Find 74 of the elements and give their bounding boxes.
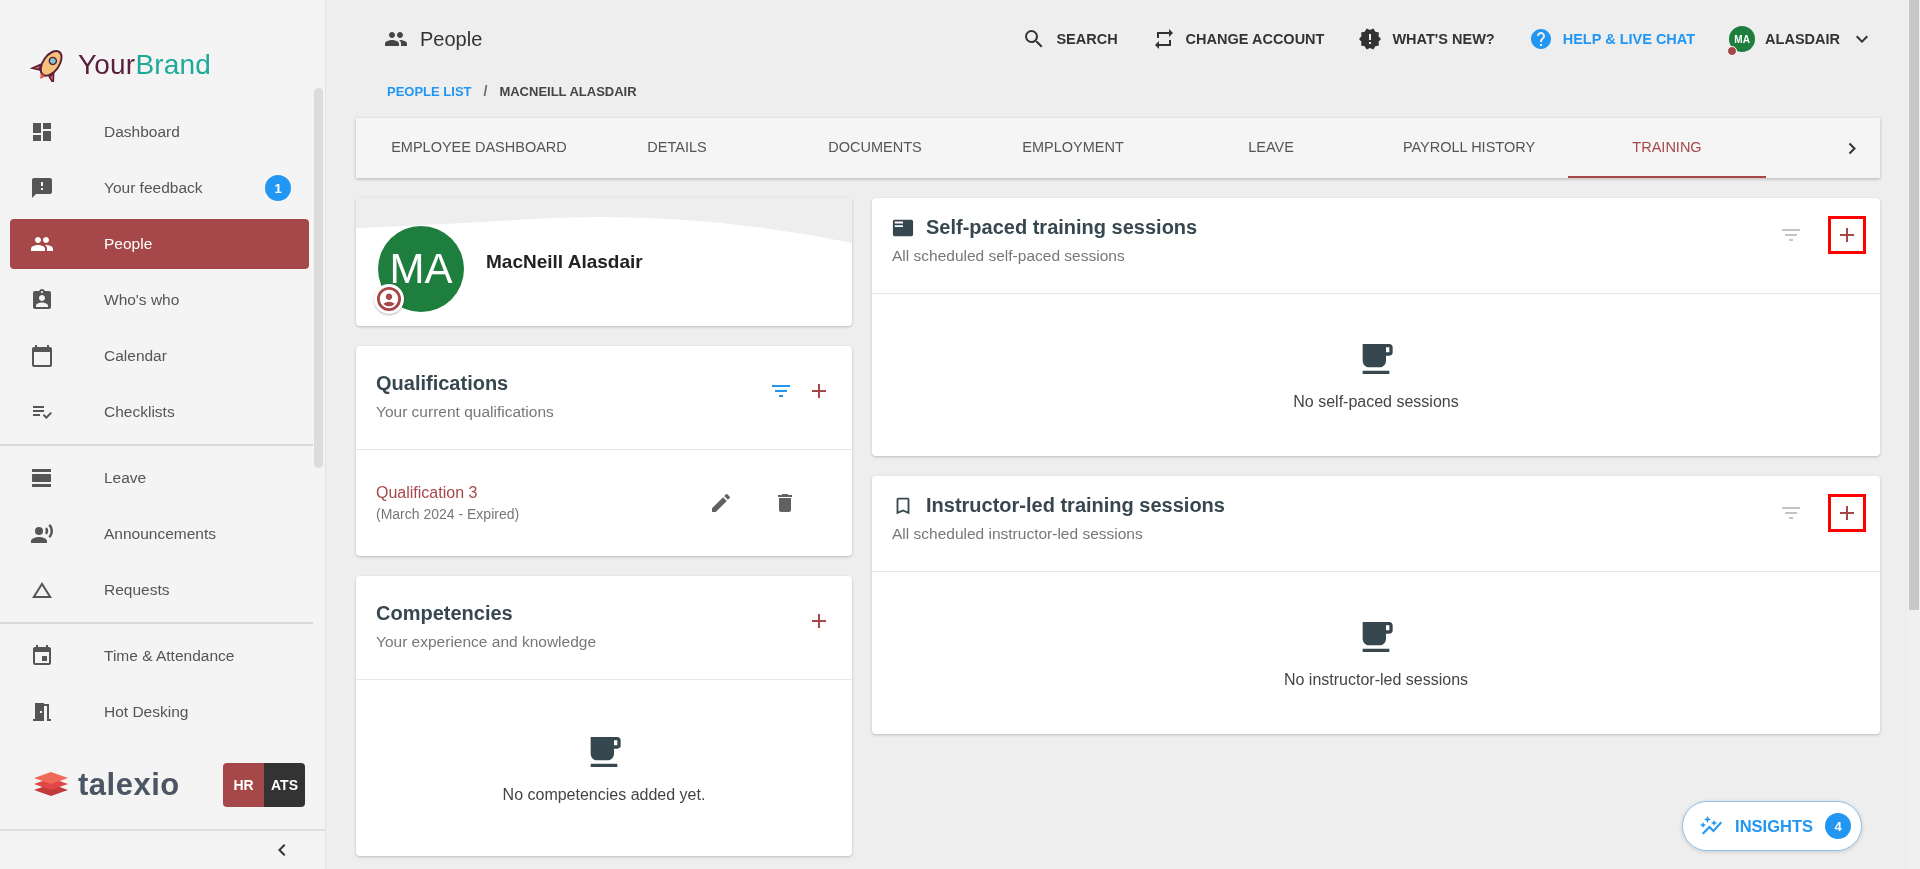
employee-name: MacNeill Alasdair [486, 251, 643, 273]
sidebar-item[interactable]: People [10, 219, 309, 269]
sidebar-item[interactable]: Dashboard [10, 107, 309, 157]
calendar-icon [30, 644, 54, 668]
pencil-icon [709, 491, 733, 515]
header-action[interactable]: SEARCH [1016, 26, 1124, 52]
sidebar-item[interactable]: Requests [10, 565, 297, 615]
tab[interactable]: DOCUMENTS [776, 118, 974, 178]
tab[interactable]: EMPLOYEE DASHBOARD [380, 118, 578, 178]
count-badge: 1 [265, 175, 291, 201]
sidebar-item[interactable]: Announcements [10, 509, 297, 559]
sidebar-item[interactable]: Calendar [10, 331, 309, 381]
sidebar-label: Leave [104, 469, 148, 487]
add-button[interactable] [1828, 494, 1866, 532]
card-subtitle: All scheduled instructor-led sessions [892, 525, 1144, 543]
leave-icon [30, 466, 54, 490]
scrollbar[interactable] [314, 88, 323, 468]
sidebar-label: Hot Desking [104, 703, 190, 721]
footer-logo-text: talexio [78, 767, 180, 803]
feedback-icon [30, 176, 54, 200]
sidebar-item[interactable]: Your feedback 1 [10, 163, 309, 213]
card-title: Self-paced training sessions [926, 216, 1198, 239]
card-subtitle: All scheduled self-paced sessions [892, 247, 1126, 265]
brand-name: YourBrand [78, 49, 212, 81]
empty-message: No instructor-led sessions [1283, 671, 1469, 689]
header-action[interactable]: WHAT'S NEW? [1352, 26, 1501, 52]
user-menu[interactable]: MA ALASDAIR [1723, 25, 1880, 53]
speaker-icon [30, 522, 54, 546]
sidebar-label: People [104, 235, 154, 253]
sidebar-item[interactable]: Who's who [10, 275, 309, 325]
sidebar-item[interactable]: Leave [10, 453, 297, 503]
tab[interactable]: TRAINING [1568, 118, 1766, 178]
breadcrumb-separator: / [483, 83, 488, 99]
card-subtitle: Your current qualifications [376, 403, 555, 421]
sidebar-item[interactable]: Time & Attendance [10, 631, 297, 681]
alert-badge-icon [1358, 27, 1383, 51]
dashboard-icon [30, 120, 54, 144]
profile-avatar: MA [378, 226, 464, 312]
sidebar-label: Your feedback [104, 179, 204, 197]
tab[interactable]: PAYROLL HISTORY [1370, 118, 1568, 178]
breadcrumb-current: MACNEILL ALASDAIR [499, 83, 637, 99]
empty-message: No self-paced sessions [1293, 393, 1459, 411]
card-title: Qualifications [376, 372, 510, 395]
sidebar-label: Checklists [104, 403, 176, 421]
card-title: Instructor-led training sessions [926, 494, 1225, 517]
mode-toggle[interactable]: HR [223, 763, 264, 807]
calendar-icon [30, 344, 54, 368]
sidebar-label: Announcements [104, 525, 218, 543]
mode-toggle[interactable]: ATS [264, 763, 305, 807]
tab[interactable]: LEAVE [1172, 118, 1370, 178]
door-icon [30, 700, 54, 724]
qualification-date: (March 2024 - Expired) [376, 506, 521, 522]
sidebar-label: Requests [104, 581, 171, 599]
person-badge-icon [374, 284, 404, 314]
qualification-link[interactable]: Qualification 3 [376, 484, 702, 502]
count-badge: 4 [1825, 813, 1851, 839]
card-subtitle: Your experience and knowledge [376, 633, 598, 651]
help-icon [1528, 27, 1553, 51]
empty-message: No competencies added yet. [502, 786, 706, 804]
add-button[interactable] [1828, 216, 1866, 254]
card-title: Competencies [376, 602, 514, 625]
tab[interactable]: DETAILS [578, 118, 776, 178]
chevron-right-icon [1848, 141, 1856, 155]
scrollbar[interactable] [1909, 0, 1919, 610]
tab[interactable]: EMPLOYMENT [974, 118, 1172, 178]
badge-icon [30, 288, 54, 312]
sidebar-item[interactable]: Hot Desking [10, 687, 297, 737]
page-title: People [420, 27, 483, 51]
sidebar-label: Calendar [104, 347, 168, 365]
sidebar-label: Time & Attendance [104, 647, 236, 665]
sidebar-label: Who's who [104, 291, 181, 309]
sidebar-label: Dashboard [104, 123, 181, 141]
header-action[interactable]: CHANGE ACCOUNT [1145, 26, 1331, 52]
sidebar-item[interactable]: Checklists [10, 387, 309, 437]
